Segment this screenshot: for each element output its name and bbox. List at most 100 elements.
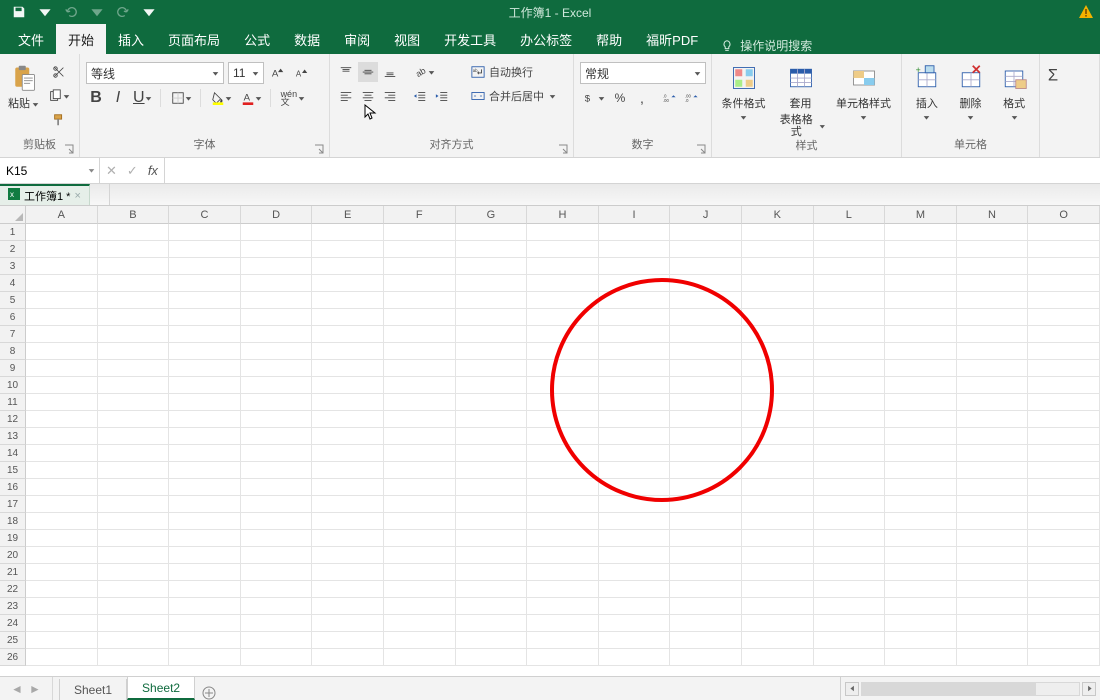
cell[interactable] (98, 377, 170, 394)
sheet-tab-sheet2[interactable]: Sheet2 (127, 677, 195, 700)
cell[interactable] (456, 462, 528, 479)
save-button[interactable] (8, 1, 30, 23)
name-box[interactable]: K15 (0, 158, 100, 183)
tab-data[interactable]: 数据 (282, 24, 332, 54)
cell[interactable] (456, 275, 528, 292)
qat-dropdown-1[interactable] (34, 1, 56, 23)
cell[interactable] (169, 258, 241, 275)
cell[interactable] (384, 479, 456, 496)
cell[interactable] (1028, 564, 1100, 581)
cell[interactable] (885, 513, 957, 530)
cell[interactable] (98, 394, 170, 411)
cell[interactable] (241, 360, 313, 377)
cell[interactable] (312, 462, 384, 479)
cell[interactable] (814, 258, 886, 275)
cell[interactable] (670, 615, 742, 632)
cell[interactable] (26, 632, 98, 649)
cell[interactable] (814, 326, 886, 343)
cell[interactable] (169, 445, 241, 462)
cell[interactable] (670, 547, 742, 564)
cell[interactable] (241, 462, 313, 479)
horizontal-scrollbar[interactable] (840, 677, 1100, 700)
cell[interactable] (742, 258, 814, 275)
cell[interactable] (26, 445, 98, 462)
new-sheet-button[interactable] (195, 686, 223, 700)
column-header[interactable]: O (1028, 206, 1100, 224)
cell[interactable] (169, 462, 241, 479)
cell[interactable] (26, 547, 98, 564)
cell[interactable] (312, 258, 384, 275)
format-cells-button[interactable]: 格式 (995, 58, 1033, 137)
cell[interactable] (742, 649, 814, 666)
cell[interactable] (241, 326, 313, 343)
qat-customize[interactable] (138, 1, 160, 23)
cell[interactable] (98, 649, 170, 666)
cell[interactable] (384, 530, 456, 547)
cell[interactable] (241, 309, 313, 326)
cell[interactable] (384, 241, 456, 258)
cell[interactable] (814, 241, 886, 258)
cell[interactable] (742, 224, 814, 241)
cell[interactable] (957, 258, 1029, 275)
cell[interactable] (885, 309, 957, 326)
sheet-tab-sheet1[interactable]: Sheet1 (59, 679, 127, 700)
cell[interactable] (814, 275, 886, 292)
tab-foxit-pdf[interactable]: 福昕PDF (634, 24, 710, 54)
cell[interactable] (957, 411, 1029, 428)
cell[interactable] (26, 360, 98, 377)
borders-button[interactable] (168, 88, 196, 108)
column-header[interactable]: J (670, 206, 742, 224)
cell[interactable] (312, 343, 384, 360)
cell[interactable] (1028, 292, 1100, 309)
number-format-combo[interactable]: 常规 (580, 62, 706, 84)
row-header[interactable]: 5 (0, 292, 26, 309)
cell[interactable] (885, 547, 957, 564)
row-header[interactable]: 8 (0, 343, 26, 360)
cell[interactable] (814, 428, 886, 445)
cell[interactable] (742, 547, 814, 564)
font-launcher[interactable] (313, 143, 325, 155)
cell[interactable] (1028, 258, 1100, 275)
cell[interactable] (814, 377, 886, 394)
cell[interactable] (169, 377, 241, 394)
cell[interactable] (384, 632, 456, 649)
cell[interactable] (1028, 326, 1100, 343)
cell[interactable] (241, 275, 313, 292)
cell[interactable] (957, 547, 1029, 564)
cell[interactable] (957, 581, 1029, 598)
cell[interactable] (456, 343, 528, 360)
cell[interactable] (384, 275, 456, 292)
cell[interactable] (312, 513, 384, 530)
cell[interactable] (957, 343, 1029, 360)
cell[interactable] (885, 462, 957, 479)
cell[interactable] (456, 564, 528, 581)
enter-formula-button[interactable]: ✓ (127, 163, 138, 179)
increase-decimal-button[interactable]: .0.00 (660, 88, 680, 108)
paste-button[interactable]: 粘贴 (6, 58, 41, 137)
tab-devtools[interactable]: 开发工具 (432, 24, 508, 54)
cell[interactable] (957, 530, 1029, 547)
cell[interactable] (670, 649, 742, 666)
decrease-indent-button[interactable] (410, 86, 430, 106)
cell[interactable] (26, 411, 98, 428)
cell[interactable] (241, 496, 313, 513)
cell[interactable] (98, 496, 170, 513)
insert-function-button[interactable]: fx (148, 163, 158, 178)
cell[interactable] (456, 598, 528, 615)
cell[interactable] (814, 564, 886, 581)
cell[interactable] (670, 258, 742, 275)
fill-color-button[interactable] (208, 88, 236, 108)
font-name-combo[interactable]: 等线 (86, 62, 224, 84)
cell[interactable] (312, 224, 384, 241)
cell[interactable] (312, 326, 384, 343)
cell[interactable] (599, 632, 671, 649)
cell[interactable] (742, 292, 814, 309)
row-header[interactable]: 25 (0, 632, 26, 649)
align-top-button[interactable] (336, 62, 356, 82)
cell[interactable] (1028, 462, 1100, 479)
cell[interactable] (599, 241, 671, 258)
cell[interactable] (169, 241, 241, 258)
row-header[interactable]: 3 (0, 258, 26, 275)
cell[interactable] (26, 598, 98, 615)
cell[interactable] (599, 615, 671, 632)
